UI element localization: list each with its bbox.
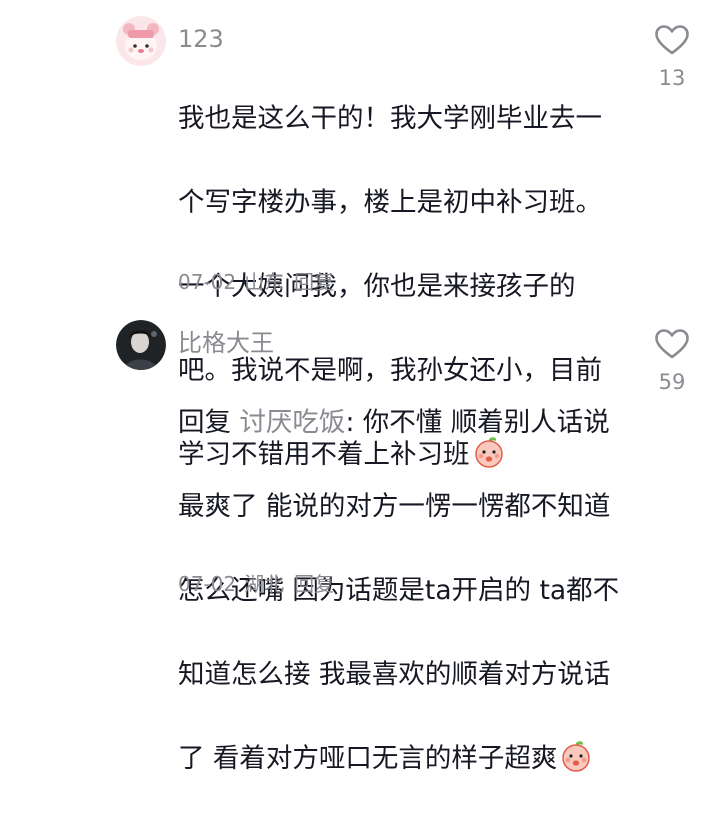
reply-prefix: 回复 bbox=[178, 407, 231, 438]
comment-text-last-line: 了 看着对方哑口无言的样子超爽 bbox=[178, 738, 618, 780]
like-button[interactable]: 13 bbox=[652, 24, 692, 92]
peach-face-emoji-icon bbox=[562, 741, 591, 772]
comment-date: 07-02 bbox=[178, 270, 237, 294]
heart-outline-icon bbox=[655, 329, 689, 359]
like-count: 59 bbox=[658, 370, 686, 394]
comment-meta: 07-02 山东 回复 bbox=[178, 268, 342, 296]
comment-text-line: 知道怎么接 我最喜欢的顺着对方说话 bbox=[178, 659, 611, 690]
comment-text-line: 你不懂 顺着别人话说 bbox=[362, 407, 610, 438]
comment-text-line: 了 看着对方哑口无言的样子超爽 bbox=[178, 743, 558, 774]
comment-location: 湖北 bbox=[244, 572, 285, 596]
comment-text-line: 个写字楼办事，楼上是初中补习班。 bbox=[178, 187, 602, 218]
reply-target-username[interactable]: 讨厌吃饭 bbox=[239, 407, 345, 438]
dark-photo-avatar-icon bbox=[116, 320, 166, 370]
comment-text-line: 我也是这么干的！我大学刚毕业去一 bbox=[178, 103, 602, 134]
pink-bear-avatar-icon bbox=[116, 16, 166, 66]
reply-button[interactable]: 回复 bbox=[294, 572, 334, 596]
comment-username[interactable]: 比格大王 bbox=[178, 326, 274, 360]
comment-date: 07-02 bbox=[178, 572, 237, 596]
comment-text-line: 最爽了 能说的对方一愣一愣都不知道 bbox=[178, 491, 611, 522]
user-avatar[interactable] bbox=[116, 16, 166, 66]
like-count: 13 bbox=[658, 66, 686, 90]
heart-outline-icon bbox=[655, 25, 689, 55]
reply-colon: : bbox=[345, 407, 363, 438]
reply-button[interactable]: 回复 bbox=[294, 270, 334, 294]
comment-location: 山东 bbox=[244, 270, 285, 294]
comment-text-first-line: 回复 讨厌吃饭: 你不懂 顺着别人话说 bbox=[178, 402, 618, 444]
comment-meta: 07-02 湖北 回复 bbox=[178, 570, 342, 598]
like-button[interactable]: 59 bbox=[652, 328, 692, 396]
user-avatar[interactable] bbox=[116, 320, 166, 370]
comment-username[interactable]: 123 bbox=[178, 22, 224, 56]
